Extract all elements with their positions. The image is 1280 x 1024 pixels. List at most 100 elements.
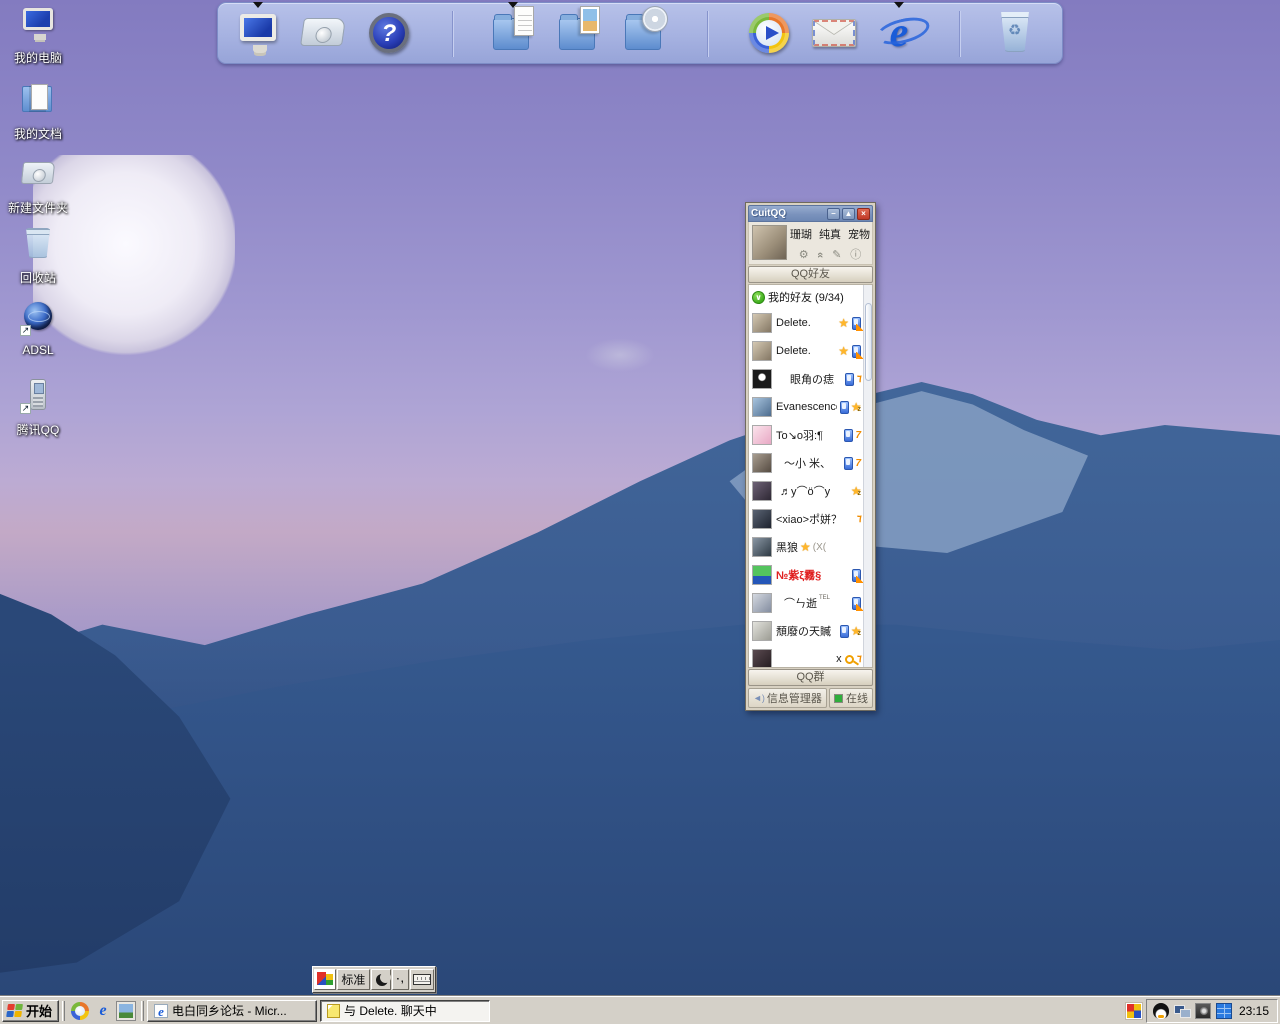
minimize-button[interactable]: –: [827, 208, 840, 220]
dock-item-internet-explorer[interactable]: e: [874, 10, 924, 60]
taskbar-task-qq-chat[interactable]: 与 Delete. 聊天中: [320, 1000, 490, 1022]
rollup-button[interactable]: ▲: [842, 208, 855, 220]
buddy-row[interactable]: <xiao>ポ姘？ ٦: [749, 505, 872, 533]
mobile-online-icon: [840, 625, 849, 638]
dock-separator: [707, 11, 708, 57]
qq-window-title: CuitQQ: [751, 208, 825, 219]
dock-item-media-player[interactable]: [744, 10, 794, 60]
buddy-group-header[interactable]: ∨ 我的好友 (9/34): [749, 285, 872, 309]
quicklaunch-show-desktop-icon[interactable]: [117, 1002, 135, 1020]
media-player-icon: [746, 10, 792, 56]
soft-keyboard-icon[interactable]: [410, 969, 434, 990]
seven-badge-icon: 7: [855, 430, 861, 441]
buddy-row[interactable]: ～小 米、 7: [749, 449, 872, 477]
tray-clock[interactable]: 23:15: [1237, 1004, 1269, 1018]
desktop-icon-recycle-bin[interactable]: 回收站: [2, 226, 74, 286]
scrollbar-thumb[interactable]: [865, 303, 872, 381]
buddy-avatar: [752, 537, 772, 557]
tray-firewall-icon[interactable]: [1216, 1003, 1232, 1019]
buddy-row[interactable]: 黑狼 ★ (X(: [749, 533, 872, 561]
desktop-icon-my-computer[interactable]: 我的电脑: [2, 6, 74, 66]
dock-item-pictures-folder[interactable]: [554, 10, 604, 60]
ime-mode-button[interactable]: 标准: [337, 969, 370, 990]
quicklaunch-ie-icon[interactable]: e: [94, 1002, 112, 1020]
desktop-icon-tencent-qq[interactable]: ↗ 腾讯QQ: [2, 378, 74, 438]
internet-explorer-icon: e: [876, 10, 922, 56]
software-folder-icon: [622, 10, 668, 56]
my-computer-icon: [20, 6, 56, 42]
desktop-icon-adsl[interactable]: ↗ ADSL: [2, 300, 74, 357]
mobile-3g-icon: [852, 569, 861, 582]
message-manager-button[interactable]: ◄) 信息管理器: [748, 688, 827, 708]
toolbar-grip[interactable]: [62, 1001, 65, 1021]
ime-logo-icon[interactable]: [314, 969, 336, 990]
group-expand-icon[interactable]: ∨: [752, 291, 765, 304]
upgrade-icon[interactable]: «: [814, 252, 826, 258]
tray-network-icon[interactable]: [1174, 1003, 1190, 1019]
desktop-icon-new-folder[interactable]: 新建文件夹: [2, 156, 74, 216]
buddy-row[interactable]: To↘o羽:¶ 7: [749, 421, 872, 449]
my-computer-icon: [235, 10, 281, 56]
buddy-avatar: [752, 425, 772, 445]
shortcut-arrow-icon: ↗: [20, 403, 31, 414]
tab-qq-friends[interactable]: QQ好友: [748, 266, 873, 283]
media-device-icon: [300, 10, 346, 56]
fullwidth-moon-icon[interactable]: [371, 969, 391, 990]
buddy-avatar: [752, 509, 772, 529]
star-badge-icon: ★: [800, 541, 811, 553]
shortcut-arrow-icon: ↗: [20, 325, 31, 336]
star-badge-icon: ★: [838, 345, 849, 357]
punctuation-toggle-icon[interactable]: ·,: [392, 969, 410, 990]
quicklaunch-media-player-icon[interactable]: [71, 1002, 89, 1020]
buddy-row[interactable]: ⌒ㄣ逝 TEL: [749, 589, 872, 617]
buddy-row[interactable]: Evanescence ★ z: [749, 393, 872, 421]
tray-volume-icon[interactable]: [1195, 1003, 1211, 1019]
buddy-row[interactable]: 眼角の痣 ٦: [749, 365, 872, 393]
dock-separator: [959, 11, 960, 57]
close-button[interactable]: ×: [857, 208, 870, 220]
buddy-avatar: [752, 621, 772, 641]
pictures-folder-icon: [556, 10, 602, 56]
mobile-online-icon: [844, 429, 853, 442]
tab-qq-groups[interactable]: QQ群: [748, 669, 873, 686]
desktop-icon-label: 新建文件夹: [2, 199, 74, 216]
dock-item-software-folder[interactable]: [620, 10, 670, 60]
settings-icon[interactable]: ⚙: [799, 249, 809, 261]
desktop-icon-my-documents[interactable]: 我的文档: [2, 82, 74, 142]
info-icon[interactable]: ⓘ: [850, 249, 861, 261]
mobile-online-icon: [840, 401, 848, 414]
dock-item-recycle-bin[interactable]: [990, 10, 1040, 60]
buddy-row[interactable]: №紫ξ霧§: [749, 561, 872, 589]
dock-item-mail[interactable]: [809, 10, 859, 60]
buddy-row[interactable]: x ٦: [749, 645, 872, 668]
menu-item-coral[interactable]: 珊瑚: [790, 226, 812, 242]
dock-item-help[interactable]: ?: [364, 10, 414, 60]
taskbar-task-forum[interactable]: e 电白同乡论坛 - Micr...: [147, 1000, 317, 1022]
buddy-row[interactable]: 頽廢の天贓 ★ z: [749, 617, 872, 645]
my-documents-icon: [20, 82, 56, 118]
dock-item-my-computer[interactable]: [233, 10, 283, 60]
toolbar-grip[interactable]: [141, 1001, 144, 1021]
qq-chat-icon: [327, 1004, 340, 1018]
dock-item-documents-folder[interactable]: [488, 10, 538, 60]
online-status-button[interactable]: 在线: [829, 688, 873, 708]
start-button[interactable]: 开始: [2, 1000, 59, 1022]
scrollbar[interactable]: [863, 285, 872, 667]
dock-item-media-device[interactable]: [298, 10, 348, 60]
buddy-row[interactable]: Delete. ★: [749, 309, 872, 337]
qq-phone-icon: ↗: [20, 378, 56, 414]
qq-title-bar[interactable]: CuitQQ – ▲ ×: [748, 205, 873, 222]
buddy-avatar: [752, 397, 772, 417]
buddy-row[interactable]: Delete. ★: [749, 337, 872, 365]
menu-item-pure[interactable]: 纯真: [819, 226, 841, 242]
tray-qq-penguin-icon[interactable]: [1153, 1003, 1169, 1019]
buddy-row[interactable]: ♬y⌒ö⌒y ★ z: [749, 477, 872, 505]
zodiac-z-icon: z: [858, 490, 862, 497]
tray-app-icon[interactable]: [1125, 1002, 1143, 1020]
documents-folder-icon: [490, 10, 536, 56]
user-avatar[interactable]: [752, 225, 787, 260]
zodiac-z-icon: z: [858, 630, 862, 637]
menu-item-pet[interactable]: 宠物: [848, 226, 870, 242]
buddy-suffix-small: TEL: [819, 589, 830, 601]
tool-icon[interactable]: ✎: [832, 249, 841, 261]
